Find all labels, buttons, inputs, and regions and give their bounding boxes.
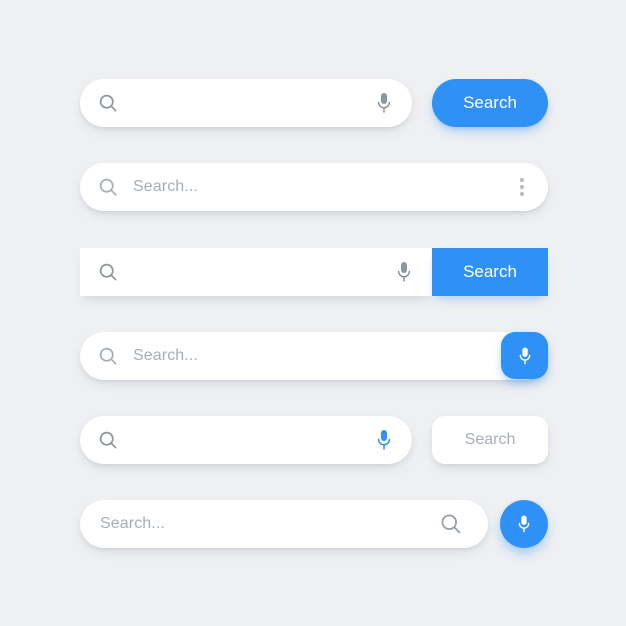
more-vertical-icon[interactable] bbox=[512, 163, 532, 211]
search-button-5[interactable]: Search bbox=[432, 416, 548, 464]
search-input-6-placeholder: Search... bbox=[100, 515, 165, 532]
search-bar-variant-3: Search bbox=[0, 248, 626, 296]
microphone-icon bbox=[517, 345, 533, 367]
microphone-button-6[interactable] bbox=[500, 500, 548, 548]
search-button-3-label: Search bbox=[463, 262, 517, 281]
search-icon bbox=[98, 248, 118, 296]
search-input-2-placeholder: Search... bbox=[133, 178, 198, 195]
microphone-icon[interactable] bbox=[392, 248, 416, 296]
search-bar-variant-4: Search... bbox=[0, 332, 626, 380]
search-input-1[interactable] bbox=[80, 79, 412, 127]
search-bar-showcase: Search Search... Search Search... Search… bbox=[0, 0, 626, 626]
search-bar-variant-2: Search... bbox=[0, 163, 626, 211]
search-icon bbox=[98, 163, 118, 211]
search-input-4-placeholder: Search... bbox=[133, 347, 198, 364]
search-input-3[interactable] bbox=[80, 248, 432, 296]
microphone-icon[interactable] bbox=[372, 416, 396, 464]
search-icon bbox=[98, 416, 118, 464]
search-bar-variant-5: Search bbox=[0, 416, 626, 464]
search-icon bbox=[98, 79, 118, 127]
search-button-3[interactable]: Search bbox=[432, 248, 548, 296]
search-icon[interactable] bbox=[438, 500, 464, 548]
search-input-5[interactable] bbox=[80, 416, 412, 464]
microphone-icon bbox=[516, 513, 532, 535]
search-button-1-label: Search bbox=[463, 93, 517, 112]
search-button-1[interactable]: Search bbox=[432, 79, 548, 127]
search-bar-variant-1: Search bbox=[0, 79, 626, 127]
search-bar-variant-6: Search... bbox=[0, 500, 626, 548]
microphone-button-4[interactable] bbox=[501, 332, 548, 379]
search-button-5-label: Search bbox=[464, 431, 516, 448]
microphone-icon[interactable] bbox=[372, 79, 396, 127]
search-icon bbox=[98, 332, 118, 380]
